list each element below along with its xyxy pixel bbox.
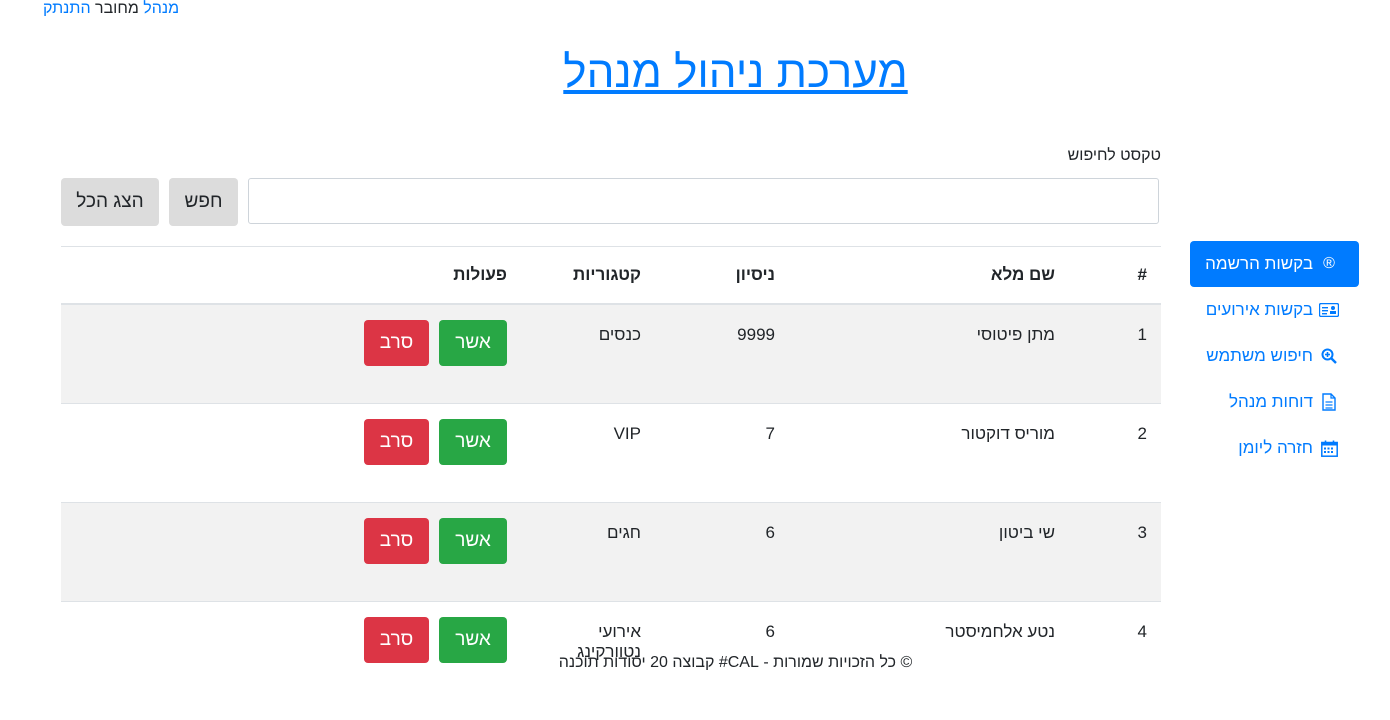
row-categories: VIP [521, 403, 655, 503]
table-row: 3 שי ביטון 6 חגים אשר סרב [61, 502, 1161, 602]
sidebar-nav: ® בקשות הרשמה בקשות אירועים חיפוש משתמש … [1190, 241, 1359, 471]
approve-button[interactable]: אשר [439, 518, 507, 564]
row-categories: אירועי נטוורקינג [521, 601, 655, 700]
row-full-name: שי ביטון [789, 502, 1069, 602]
show-all-button[interactable]: הצג הכל [61, 178, 159, 226]
sidebar-item-user-search[interactable]: חיפוש משתמש [1190, 333, 1359, 379]
row-number: 3 [1069, 502, 1161, 602]
row-full-name: מתן פיטוסי [789, 303, 1069, 404]
id-card-icon [1319, 303, 1339, 317]
row-number: 1 [1069, 303, 1161, 404]
header-full-name: שם מלא [789, 246, 1069, 305]
search-plus-icon [1319, 348, 1339, 364]
top-bar: מנהל מחובר התנתק [43, 0, 179, 18]
sidebar-item-label: בקשות הרשמה [1205, 254, 1313, 273]
row-experience: 6 [655, 601, 789, 700]
sidebar-item-label: חיפוש משתמש [1206, 346, 1313, 365]
sidebar-item-admin-reports[interactable]: דוחות מנהל [1190, 379, 1359, 425]
approve-button[interactable]: אשר [439, 419, 507, 465]
sidebar-item-label: בקשות אירועים [1205, 300, 1313, 319]
table-header-row: # שם מלא ניסיון קטגוריות פעולות [61, 246, 1161, 305]
search-label: טקסט לחיפוש [1067, 147, 1161, 164]
registered-icon: ® [1323, 255, 1335, 272]
file-icon [1319, 393, 1339, 411]
reject-button[interactable]: סרב [364, 518, 429, 564]
sidebar-item-back-to-calendar[interactable]: חזרה ליומן [1190, 425, 1359, 471]
header-actions: פעולות [61, 246, 521, 305]
sidebar-item-registration-requests[interactable]: ® בקשות הרשמה [1190, 241, 1359, 287]
row-number: 2 [1069, 403, 1161, 503]
row-experience: 6 [655, 502, 789, 602]
row-experience: 9999 [655, 303, 789, 404]
header-number: # [1069, 246, 1161, 305]
approve-button[interactable]: אשר [439, 320, 507, 366]
page-title[interactable]: מערכת ניהול מנהל [0, 46, 1390, 100]
table-row: 1 מתן פיטוסי 9999 כנסים אשר סרב [61, 303, 1161, 404]
reject-button[interactable]: סרב [364, 320, 429, 366]
connection-status: מחובר [95, 0, 139, 17]
row-actions: אשר סרב [61, 601, 521, 700]
footer: © כל הזכויות שמורות - CAL# קבוצה 20 יסוד… [0, 653, 1390, 673]
row-actions: אשר סרב [61, 303, 521, 404]
row-actions: אשר סרב [61, 502, 521, 602]
registration-requests-table: # שם מלא ניסיון קטגוריות פעולות 1 מתן פי… [61, 246, 1161, 700]
row-number: 4 [1069, 601, 1161, 700]
row-full-name: מוריס דוקטור [789, 403, 1069, 503]
sidebar-item-label: חזרה ליומן [1238, 438, 1313, 457]
row-categories: כנסים [521, 303, 655, 404]
sidebar-item-event-requests[interactable]: בקשות אירועים [1190, 287, 1359, 333]
row-categories: חגים [521, 502, 655, 602]
row-experience: 7 [655, 403, 789, 503]
search-button[interactable]: חפש [169, 178, 238, 226]
row-full-name: נטע אלחמיסטר [789, 601, 1069, 700]
reject-button[interactable]: סרב [364, 419, 429, 465]
calendar-icon [1319, 440, 1339, 457]
search-input[interactable] [248, 178, 1159, 224]
table-row: 2 מוריס דוקטור 7 VIP אשר סרב [61, 403, 1161, 503]
table-row: 4 נטע אלחמיסטר 6 אירועי נטוורקינג אשר סר… [61, 601, 1161, 700]
admin-user-link[interactable]: מנהל [143, 0, 179, 17]
footer-copyright: © כל הזכויות שמורות - CAL# קבוצה 20 יסוד… [558, 654, 913, 671]
header-experience: ניסיון [655, 246, 789, 305]
sidebar-item-label: דוחות מנהל [1229, 392, 1313, 411]
header-categories: קטגוריות [521, 246, 655, 305]
logout-link[interactable]: התנתק [43, 0, 91, 17]
row-actions: אשר סרב [61, 403, 521, 503]
